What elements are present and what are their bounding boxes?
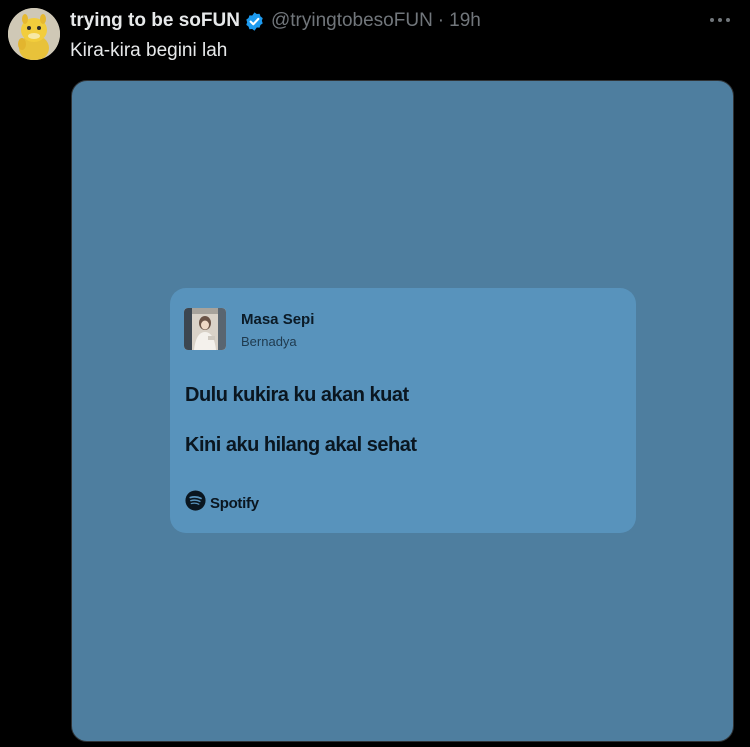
separator-dot: · [437,10,445,31]
avatar[interactable] [8,8,60,60]
lyric-line: Dulu kukira ku akan kuat [185,384,409,406]
spotify-logo-icon [185,490,206,516]
display-name[interactable]: trying to be soFUN [70,10,240,32]
media-image[interactable]: Masa Sepi Bernadya Dulu kukira ku akan k… [71,80,734,742]
user-handle[interactable]: @tryingtobesoFUN [271,10,433,32]
song-title: Masa Sepi [241,311,315,328]
more-options-icon[interactable] [706,6,734,34]
album-art [184,308,226,350]
spotify-lyric-card: Masa Sepi Bernadya Dulu kukira ku akan k… [170,288,636,533]
artist-name: Bernadya [241,334,297,349]
tweet: trying to be soFUN @tryingtobesoFUN · 19… [0,0,750,747]
lyric-line: Kini aku hilang akal sehat [185,434,417,456]
verified-badge-icon[interactable] [244,11,265,32]
spotify-label: Spotify [210,494,259,512]
tweet-text: Kira-kira begini lah [70,40,228,61]
tweet-header: trying to be soFUN @tryingtobesoFUN · 19… [70,9,481,33]
timestamp[interactable]: 19h [449,10,481,32]
spotify-brand: Spotify [185,490,259,516]
